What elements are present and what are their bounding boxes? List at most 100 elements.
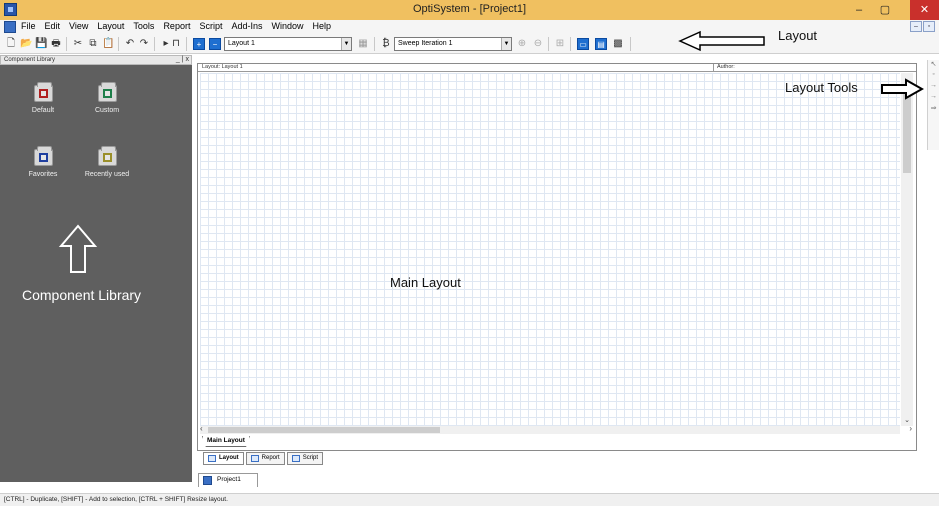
chevron-down-icon[interactable]: ▼ (501, 38, 511, 50)
add-layout-icon[interactable]: + (193, 38, 205, 50)
menu-tools[interactable]: Tools (132, 21, 155, 31)
author-field: Author: (713, 64, 735, 71)
panel-buttons[interactable]: _ | x (176, 56, 189, 64)
menu-layout[interactable]: Layout (96, 21, 125, 31)
toolbar-separator (66, 37, 67, 51)
component-library-header: Component Library _ | x (0, 55, 192, 65)
link-icon[interactable]: → (928, 82, 939, 93)
menu-window[interactable]: Window (271, 21, 305, 31)
grid-icon[interactable]: ⊞ (554, 38, 566, 50)
toolbar-separator (630, 37, 631, 51)
layout-select[interactable]: Layout 1 ▼ (224, 37, 352, 51)
tab-layout[interactable]: Layout (203, 452, 244, 465)
left-arrow-annotation-icon (678, 30, 765, 52)
monitor-icon[interactable]: ▭ (577, 38, 589, 50)
redo-icon[interactable]: ↷ (138, 38, 150, 50)
cut-icon[interactable]: ✂ (72, 38, 84, 50)
toolbar-separator (186, 37, 187, 51)
parameter-icon[interactable]: ▤ (595, 38, 607, 50)
tab-label: Layout (219, 455, 239, 461)
toolbar-separator (154, 37, 155, 51)
menu-help[interactable]: Help (312, 21, 333, 31)
library-item-label: Default (31, 107, 55, 114)
layout-view-icon (208, 455, 216, 462)
remove-iteration-icon[interactable]: ⊖ (532, 38, 544, 50)
document-icon[interactable] (4, 21, 16, 33)
library-item-label: Recently used (84, 171, 130, 178)
toolbar-separator (374, 37, 375, 51)
menu-script[interactable]: Script (198, 21, 223, 31)
pointer-icon[interactable]: ↖ (928, 60, 939, 71)
library-item-recently-used[interactable]: Recently used (72, 146, 142, 178)
scrollbar-thumb[interactable] (208, 427, 440, 433)
library-item-label: Favorites (28, 171, 58, 178)
main-layout-frame: Layout: Layout 1 Author: ⌄ ‹ › Main Layo… (197, 63, 917, 451)
layout-tools-panel: ↖ ◦ → → ⇒ (927, 60, 939, 150)
remove-layout-icon[interactable]: − (209, 38, 221, 50)
toolbar-separator (118, 37, 119, 51)
folder-icon (97, 82, 117, 102)
scroll-left-icon[interactable]: ‹ (200, 424, 203, 433)
bus-icon[interactable]: ⇒ (928, 104, 939, 115)
component-library-title: Component Library (4, 57, 56, 63)
menu-file[interactable]: File (20, 21, 37, 31)
link-icon[interactable]: → (928, 93, 939, 104)
report-icon[interactable]: ▩ (612, 38, 624, 50)
project-tab-label: Project1 (217, 476, 241, 483)
sweep-icon[interactable]: ₿ (380, 38, 392, 50)
close-button[interactable]: ✕ (910, 0, 939, 20)
maximize-button[interactable]: ▢ (872, 0, 898, 20)
scrollbar-thumb[interactable] (903, 93, 911, 173)
undo-icon[interactable]: ↶ (124, 38, 136, 50)
chevron-down-icon[interactable]: ▼ (341, 38, 351, 50)
status-bar: [CTRL] - Duplicate, [SHIFT] - Add to sel… (0, 493, 939, 506)
mdi-restore-button[interactable]: ▫ (923, 21, 935, 32)
menu-edit[interactable]: Edit (44, 21, 62, 31)
copy-icon[interactable]: ⧉ (87, 38, 99, 50)
tab-project[interactable]: Project1 (198, 473, 258, 487)
vertical-scrollbar[interactable]: ⌄ (901, 73, 913, 426)
horizontal-scrollbar[interactable]: ‹ › (200, 424, 912, 434)
tab-main-layout[interactable]: Main Layout (202, 436, 250, 447)
title-bar: OptiSystem - [Project1] – ▢ ✕ (0, 0, 939, 20)
tab-report[interactable]: Report (245, 452, 285, 465)
right-arrow-annotation-icon (881, 78, 924, 100)
main-layout-annotation: Main Layout (390, 275, 461, 290)
mdi-minimize-button[interactable]: – (910, 21, 922, 32)
save-icon[interactable]: 💾 (35, 38, 47, 50)
library-item-custom[interactable]: Custom (72, 82, 142, 114)
project-tab-bar: Project1 (196, 471, 939, 487)
view-tabs: Layout Report Script (203, 452, 324, 465)
stop-icon[interactable]: ⊓ (170, 38, 182, 50)
layout-properties-icon[interactable]: ▦ (357, 38, 369, 50)
menu-view[interactable]: View (68, 21, 89, 31)
tab-script[interactable]: Script (286, 452, 324, 465)
up-arrow-annotation-icon (58, 224, 98, 273)
paste-icon[interactable]: 📋 (102, 38, 114, 50)
library-item-default[interactable]: Default (8, 82, 78, 114)
folder-icon (97, 146, 117, 166)
add-iteration-icon[interactable]: ⊕ (516, 38, 528, 50)
open-icon[interactable]: 📂 (20, 38, 32, 50)
scroll-right-icon[interactable]: › (909, 424, 912, 433)
window-title: OptiSystem - [Project1] (412, 3, 527, 15)
connect-icon[interactable]: ◦ (928, 71, 939, 82)
layout-canvas[interactable] (200, 73, 900, 426)
layout-annotation: Layout (778, 28, 818, 43)
report-view-icon (250, 455, 259, 462)
toolbar-separator (548, 37, 549, 51)
sweep-select-value: Sweep Iteration 1 (398, 40, 453, 47)
print-icon[interactable]: 🖶 (50, 38, 62, 50)
sweep-select[interactable]: Sweep Iteration 1 ▼ (394, 37, 512, 51)
library-item-favorites[interactable]: Favorites (8, 146, 78, 178)
layout-select-value: Layout 1 (228, 40, 255, 47)
minimize-button[interactable]: – (846, 0, 872, 20)
toolbar-separator (570, 37, 571, 51)
library-item-label: Custom (94, 107, 120, 114)
new-icon[interactable]: 🗋 (5, 38, 17, 50)
layout-header: Layout: Layout 1 Author: (198, 64, 916, 72)
menu-add-ins[interactable]: Add-Ins (230, 21, 263, 31)
menu-report[interactable]: Report (162, 21, 191, 31)
project-icon (203, 476, 212, 485)
folder-icon (33, 82, 53, 102)
